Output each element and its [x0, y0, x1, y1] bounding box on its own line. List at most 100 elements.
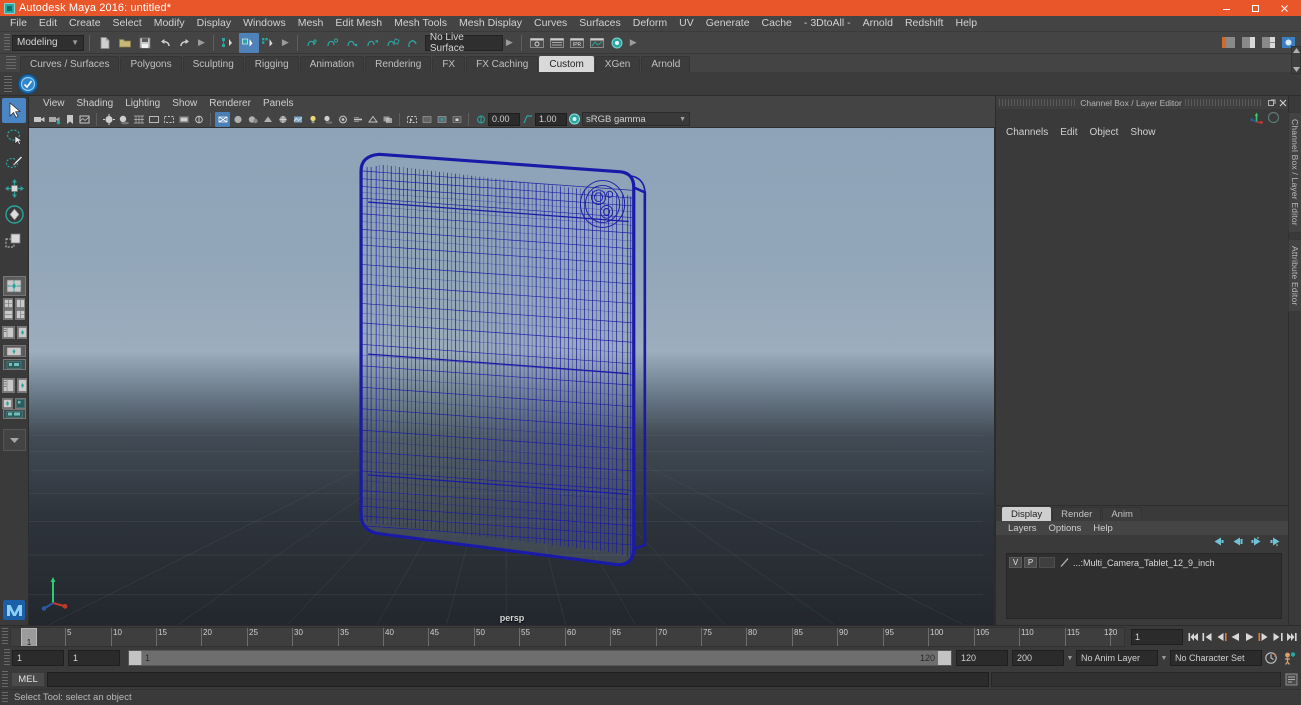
- isolate-select-icon[interactable]: [404, 112, 419, 127]
- layers-menu-options[interactable]: Options: [1043, 523, 1088, 534]
- command-input[interactable]: [47, 671, 989, 687]
- menu-deform[interactable]: Deform: [627, 16, 673, 31]
- shelf-tab-animation[interactable]: Animation: [299, 56, 365, 72]
- menu-mesh-display[interactable]: Mesh Display: [453, 16, 528, 31]
- new-scene-icon[interactable]: [95, 33, 115, 53]
- shelf-tab-polygons[interactable]: Polygons: [120, 56, 182, 72]
- tab-display[interactable]: Display: [1002, 507, 1052, 521]
- channel-box-attribute-list[interactable]: [996, 140, 1288, 505]
- menu-arnold[interactable]: Arnold: [857, 16, 899, 31]
- ipr-render-icon[interactable]: IPR: [567, 33, 587, 53]
- uv-editor-layout[interactable]: [2, 409, 26, 419]
- time-slider[interactable]: 1 5 10 15 20 25 30 35 40 45 50 55 60 65 …: [10, 626, 1125, 647]
- channelbox-menu-object[interactable]: Object: [1084, 126, 1125, 140]
- command-line-grip[interactable]: [2, 671, 8, 687]
- viewport-menu-panels[interactable]: Panels: [257, 97, 300, 111]
- menu-edit[interactable]: Edit: [33, 16, 63, 31]
- move-layer-up-icon[interactable]: [1250, 536, 1263, 550]
- layer-shading-toggle[interactable]: [1039, 557, 1055, 568]
- range-slider-bar[interactable]: 1 120: [128, 650, 952, 666]
- sidebar-toggle-3-icon[interactable]: [1258, 33, 1278, 53]
- menu-mesh[interactable]: Mesh: [292, 16, 330, 31]
- step-back-key-icon[interactable]: [1201, 629, 1214, 645]
- smooth-shade-icon[interactable]: [230, 112, 245, 127]
- exposure-icon[interactable]: [191, 112, 206, 127]
- outliner-persp-layout[interactable]: [1, 378, 15, 393]
- snap-to-grid-icon[interactable]: [303, 33, 323, 53]
- maximize-icon[interactable]: [1241, 0, 1270, 16]
- color-management-selector[interactable]: sRGB gamma ▼: [582, 112, 690, 126]
- move-tool[interactable]: [2, 176, 26, 201]
- smooth-shade-all-icon[interactable]: [245, 112, 260, 127]
- shelf-tab-rendering[interactable]: Rendering: [365, 56, 432, 72]
- persp-outliner-layout[interactable]: [1, 326, 15, 339]
- wireframe-icon[interactable]: [215, 111, 230, 127]
- show-hide-editor-icon[interactable]: [527, 33, 547, 53]
- motion-blur-icon[interactable]: [350, 112, 365, 127]
- select-by-object-type-icon[interactable]: [238, 32, 259, 53]
- viewport-menu-lighting[interactable]: Lighting: [119, 97, 166, 111]
- select-by-component-type-icon[interactable]: [259, 33, 279, 53]
- close-icon[interactable]: [1270, 0, 1299, 16]
- attribute-editor-icon[interactable]: [547, 33, 567, 53]
- auto-key-icon[interactable]: [1262, 650, 1280, 666]
- menu-windows[interactable]: Windows: [237, 16, 292, 31]
- step-forward-frame-icon[interactable]: [1257, 629, 1270, 645]
- close-icon[interactable]: [1277, 97, 1288, 108]
- menu-select[interactable]: Select: [107, 16, 148, 31]
- show-more-layouts[interactable]: [2, 429, 26, 451]
- xray-joints-icon[interactable]: [434, 112, 449, 127]
- layers-menu-help[interactable]: Help: [1087, 523, 1119, 534]
- menu-modify[interactable]: Modify: [148, 16, 191, 31]
- tablet-wireframe-model[interactable]: [29, 128, 995, 625]
- menu-cache[interactable]: Cache: [756, 16, 798, 31]
- viewport-menu-view[interactable]: View: [37, 97, 71, 111]
- select-by-hierarchy-icon[interactable]: [219, 33, 239, 53]
- textures-icon[interactable]: [290, 112, 305, 127]
- select-tool[interactable]: [2, 98, 26, 123]
- undock-icon[interactable]: [1266, 97, 1277, 108]
- move-layer-down-icon[interactable]: [1269, 536, 1282, 550]
- shadow-toggle-icon[interactable]: [320, 112, 335, 127]
- custom-tool-icon[interactable]: [18, 73, 38, 94]
- shelf-tab-fx[interactable]: FX: [432, 56, 466, 72]
- camera-attributes-icon[interactable]: [47, 112, 62, 127]
- menu-curves[interactable]: Curves: [528, 16, 573, 31]
- menu-display[interactable]: Display: [191, 16, 237, 31]
- persp-only-layout[interactable]: [16, 378, 27, 393]
- snap-to-view-plane-icon[interactable]: [383, 33, 403, 53]
- viewport-menu-renderer[interactable]: Renderer: [203, 97, 257, 111]
- range-end-field[interactable]: 120: [956, 650, 1008, 666]
- character-set-selector[interactable]: No Character Set: [1170, 650, 1262, 666]
- hypershade-layout[interactable]: [2, 345, 26, 357]
- go-to-start-icon[interactable]: [1187, 629, 1200, 645]
- range-left-handle[interactable]: [129, 651, 142, 665]
- gamma-value-field[interactable]: 1.00: [535, 112, 567, 126]
- command-language-label[interactable]: MEL: [11, 671, 45, 687]
- menu-generate[interactable]: Generate: [700, 16, 756, 31]
- go-to-end-icon[interactable]: [1285, 629, 1298, 645]
- rotate-tool[interactable]: [2, 202, 26, 227]
- menu-surfaces[interactable]: Surfaces: [573, 16, 626, 31]
- persp-graph-alt-layout[interactable]: [2, 398, 13, 409]
- shelf-grip[interactable]: [6, 56, 16, 70]
- viewport-menu-shading[interactable]: Shading: [71, 97, 120, 111]
- persp-uv-alt-layout[interactable]: [15, 398, 26, 409]
- persp-uv-layout[interactable]: [2, 359, 26, 370]
- channelbox-menu-show[interactable]: Show: [1124, 126, 1161, 140]
- collapse-arrow-icon[interactable]: ▶: [198, 37, 205, 48]
- shelf-tab-curves-surfaces[interactable]: Curves / Surfaces: [20, 56, 120, 72]
- menu-uv[interactable]: UV: [673, 16, 700, 31]
- range-start-field[interactable]: 1: [68, 650, 120, 666]
- shadows-icon[interactable]: [116, 112, 131, 127]
- bookmark-icon[interactable]: [62, 112, 77, 127]
- exposure-reset-icon[interactable]: [473, 112, 488, 127]
- gamma-reset-icon[interactable]: [520, 112, 535, 127]
- current-frame-field[interactable]: 1: [1131, 628, 1183, 645]
- resolution-gate-icon[interactable]: [161, 112, 176, 127]
- shelf-tab-fx-caching[interactable]: FX Caching: [466, 56, 539, 72]
- layer-list[interactable]: V P ...:Multi_Camera_Tablet_12_9_inch: [1006, 553, 1282, 619]
- help-line-grip[interactable]: [2, 691, 8, 704]
- grid-toggle-icon[interactable]: [131, 112, 146, 127]
- snap-to-point-icon[interactable]: [343, 33, 363, 53]
